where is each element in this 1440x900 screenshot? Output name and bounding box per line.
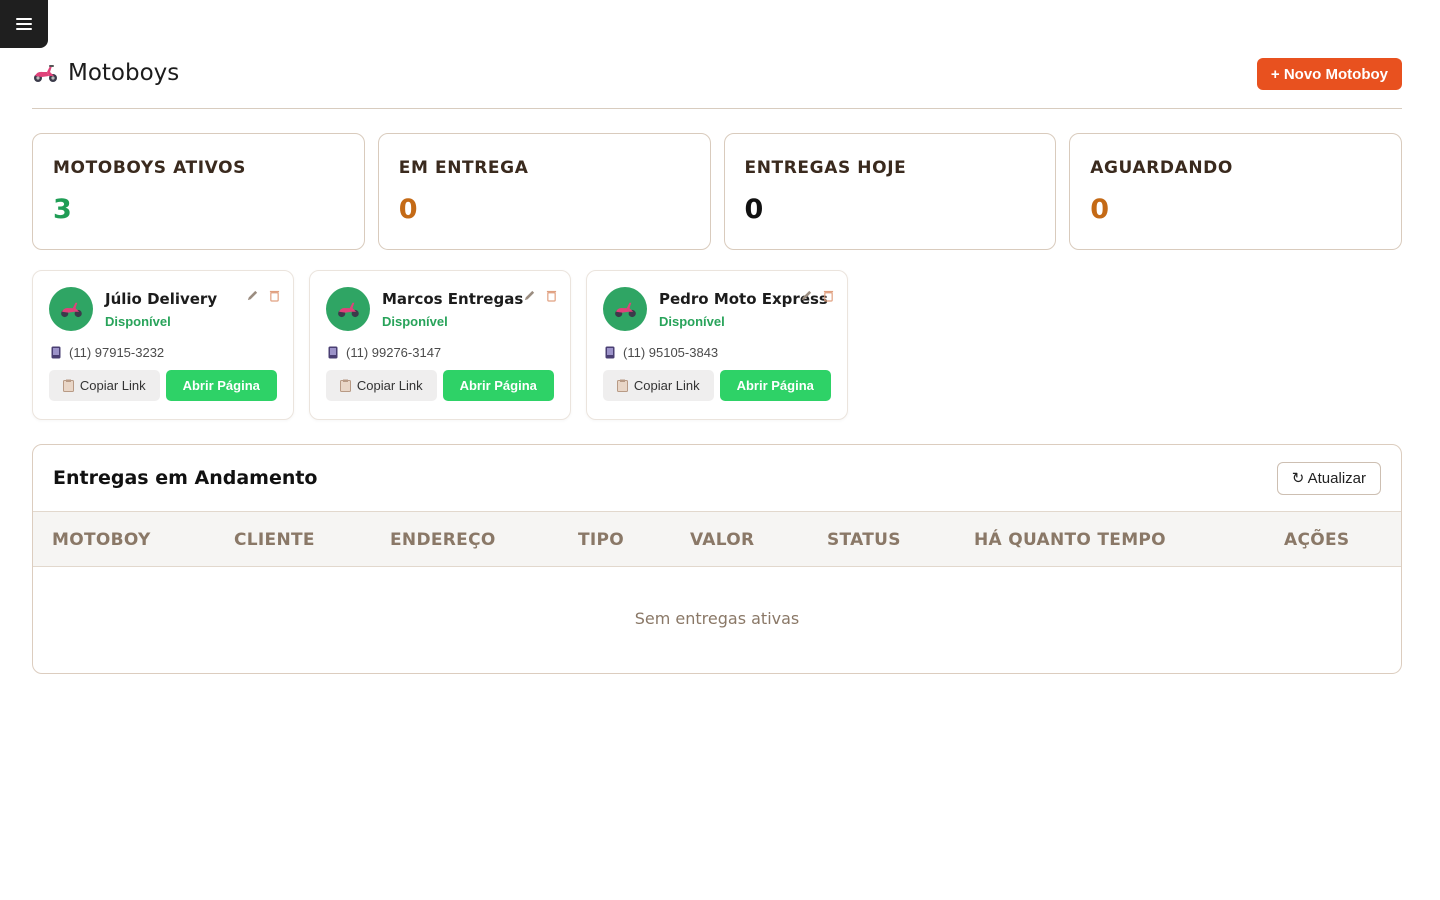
phone-icon: [328, 346, 338, 359]
clipboard-icon: [339, 379, 351, 392]
column-header-tipo[interactable]: TIPO: [578, 512, 624, 568]
open-page-button[interactable]: Abrir Página: [719, 370, 831, 401]
phone-icon: [51, 346, 61, 359]
stat-label: MOTOBOYS ATIVOS: [53, 158, 247, 178]
stat-card-active: MOTOBOYS ATIVOS 3: [32, 133, 365, 250]
courier-name: Júlio Delivery: [105, 289, 218, 308]
stat-card-waiting: AGUARDANDO 0: [1069, 133, 1402, 250]
copy-link-button[interactable]: Copiar Link: [326, 370, 437, 401]
courier-status: Disponível: [659, 313, 725, 329]
stat-value: 3: [53, 194, 72, 225]
courier-phone: (11) 97915-3232: [69, 345, 165, 360]
page-header: Motoboys + Novo Motoboy: [32, 56, 1402, 109]
edit-icon[interactable]: [799, 288, 813, 302]
column-header-status[interactable]: STATUS: [827, 512, 901, 568]
stat-value: 0: [1090, 194, 1110, 225]
stats-row: MOTOBOYS ATIVOS 3 EM ENTREGA 0 ENTREGAS …: [32, 133, 1402, 250]
title-wrap: Motoboys: [32, 56, 179, 86]
column-header-tempo[interactable]: HÁ QUANTO TEMPO: [974, 512, 1166, 568]
column-header-valor[interactable]: VALOR: [690, 512, 754, 568]
column-header-acoes[interactable]: AÇÕES: [1284, 512, 1349, 568]
edit-icon[interactable]: [245, 288, 259, 302]
trash-icon[interactable]: [267, 288, 281, 302]
copy-link-label: Copiar Link: [356, 378, 423, 393]
courier-list: Júlio Delivery Disponível (11) 97915-323…: [32, 270, 848, 420]
copy-link-label: Copiar Link: [633, 378, 700, 393]
stat-label: ENTREGAS HOJE: [744, 158, 907, 178]
copy-link-button[interactable]: Copiar Link: [49, 370, 160, 401]
courier-status: Disponível: [382, 313, 448, 329]
courier-card: Júlio Delivery Disponível (11) 97915-323…: [32, 270, 294, 420]
empty-state: Sem entregas ativas: [634, 609, 800, 628]
column-header-cliente[interactable]: CLIENTE: [234, 512, 315, 568]
hamburger-icon: [16, 18, 32, 30]
open-page-button[interactable]: Abrir Página: [442, 370, 554, 401]
copy-link-label: Copiar Link: [79, 378, 146, 393]
courier-card: Pedro Moto Express Disponível (11) 95105…: [586, 270, 848, 420]
trash-icon[interactable]: [821, 288, 835, 302]
deliveries-panel: Entregas em Andamento ↻ Atualizar MOTOBO…: [32, 444, 1402, 674]
scooter-icon: [61, 302, 82, 318]
avatar: [326, 287, 370, 331]
stat-value: 0: [398, 194, 418, 225]
scooter-icon: [34, 65, 57, 82]
stat-card-deliveries-today: ENTREGAS HOJE 0: [723, 133, 1057, 250]
courier-phone: (11) 95105-3843: [623, 345, 719, 360]
avatar: [603, 287, 647, 331]
avatar: [49, 287, 93, 331]
copy-link-button[interactable]: Copiar Link: [603, 370, 714, 401]
new-motoboy-button[interactable]: + Novo Motoboy: [1256, 58, 1402, 90]
phone-icon: [605, 346, 615, 359]
stat-label: EM ENTREGA: [398, 158, 529, 178]
table-header: MOTOBOY CLIENTE ENDEREÇO TIPO VALOR STAT…: [33, 511, 1401, 567]
panel-title: Entregas em Andamento: [53, 467, 318, 489]
stat-label: AGUARDANDO: [1090, 158, 1233, 178]
column-header-endereco[interactable]: ENDEREÇO: [390, 512, 496, 568]
menu-toggle-button[interactable]: [0, 0, 48, 48]
scooter-icon: [338, 302, 359, 318]
edit-icon[interactable]: [522, 288, 536, 302]
column-header-motoboy[interactable]: MOTOBOY: [52, 512, 151, 568]
stat-card-in-delivery: EM ENTREGA 0: [377, 133, 711, 250]
courier-status: Disponível: [105, 313, 171, 329]
open-page-button[interactable]: Abrir Página: [165, 370, 277, 401]
stat-value: 0: [744, 194, 764, 225]
page-title: Motoboys: [68, 60, 180, 86]
trash-icon[interactable]: [544, 288, 558, 302]
courier-phone: (11) 99276-3147: [346, 345, 442, 360]
clipboard-icon: [616, 379, 628, 392]
courier-name: Marcos Entregas: [382, 289, 524, 308]
courier-card: Marcos Entregas Disponível (11) 99276-31…: [309, 270, 571, 420]
refresh-button[interactable]: ↻ Atualizar: [1276, 461, 1381, 495]
clipboard-icon: [62, 379, 74, 392]
scooter-icon: [615, 302, 636, 318]
